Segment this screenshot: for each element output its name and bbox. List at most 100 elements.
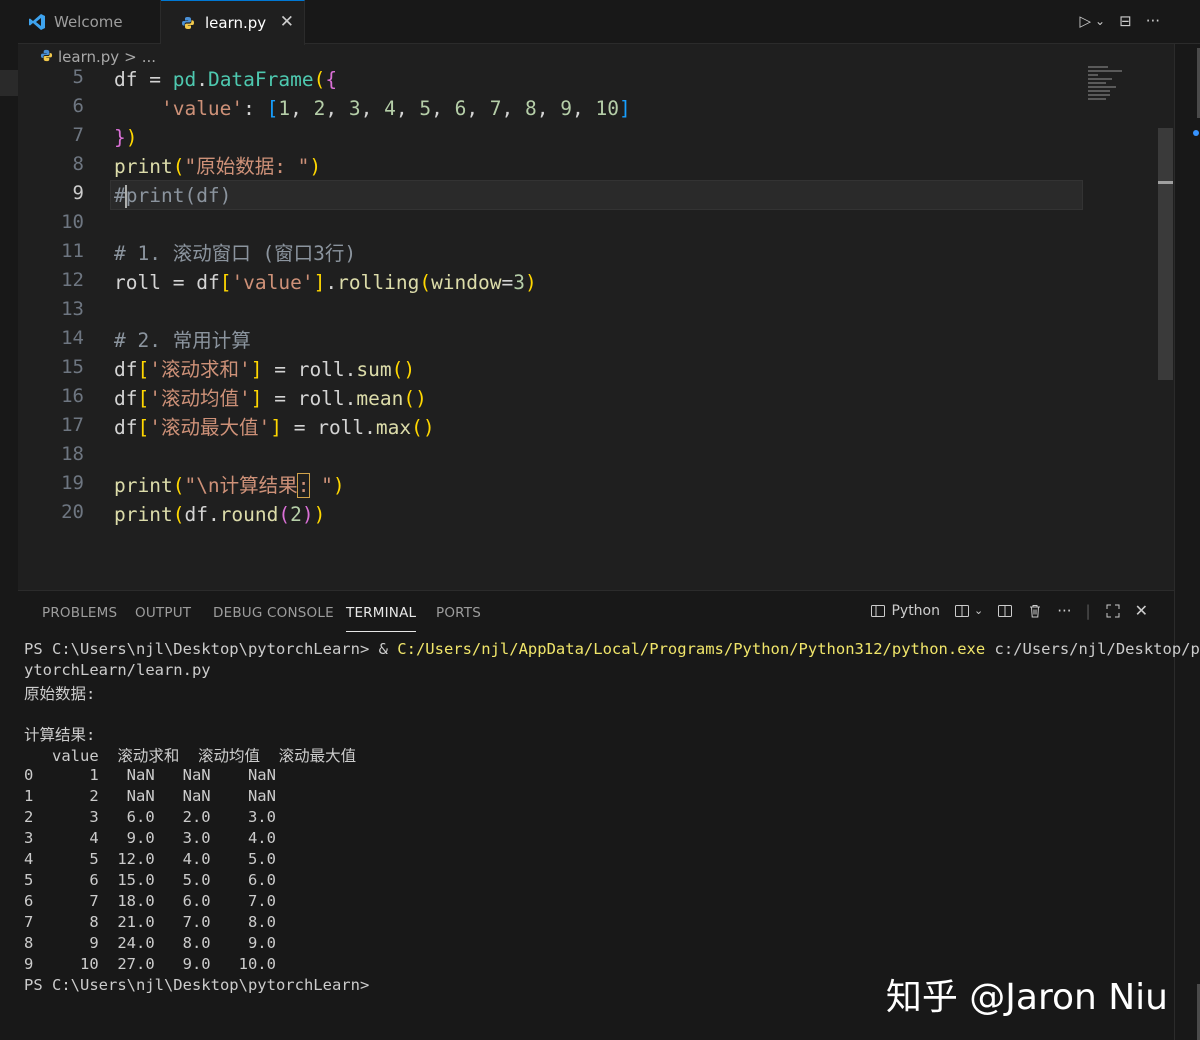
code-token: ) — [422, 416, 435, 439]
code-token: ) — [301, 503, 314, 526]
code-token: [ — [137, 358, 150, 381]
chevron-down-icon[interactable]: ⌄ — [1095, 14, 1105, 28]
line-number: 11 — [61, 240, 84, 262]
code-token: ) — [415, 387, 427, 410]
code-token: } — [114, 126, 126, 149]
tab-terminal[interactable]: TERMINAL — [346, 605, 417, 632]
code-token: "原始数据: " — [184, 155, 310, 178]
line-number: 20 — [61, 501, 84, 523]
code-token: # 1. 滚动窗口 (窗口3行) — [114, 242, 357, 265]
code-token: ] — [250, 387, 263, 410]
line-number: 18 — [61, 443, 84, 465]
code-token: . — [207, 503, 220, 526]
code-token: 8 — [525, 97, 537, 120]
editor-actions: ▷ ⌄ ⊟ ··· — [1080, 12, 1161, 30]
minimap[interactable] — [1088, 66, 1148, 106]
code-token: = — [160, 271, 197, 294]
code-token: 'value' — [160, 97, 244, 120]
status-dot-icon — [1193, 130, 1199, 136]
code-line-15: df['滚动求和'] = roll.sum() — [114, 355, 415, 384]
code-token: ) — [332, 474, 345, 497]
terminal-prompt-final: PS C:\Users\njl\Desktop\pytorchLearn> — [24, 976, 370, 994]
tab-debug-console[interactable]: DEBUG CONSOLE — [213, 605, 334, 621]
terminal-selector[interactable]: Python — [870, 603, 940, 619]
code-line-9: #print(df) — [114, 181, 231, 210]
code-token: 2 — [313, 97, 326, 120]
more-actions-icon[interactable]: ··· — [1057, 602, 1071, 620]
terminal-table-row: 1 2 NaN NaN NaN — [24, 787, 276, 805]
code-token: 5 — [419, 97, 432, 120]
split-editor-icon[interactable]: ⊟ — [1119, 12, 1132, 30]
breadcrumb-file[interactable]: learn.py — [58, 48, 119, 66]
layout-icon[interactable] — [997, 603, 1013, 619]
shell-label: Python — [891, 602, 940, 619]
run-icon[interactable]: ▷ — [1080, 12, 1092, 30]
scrollbar-cursor-marker — [1158, 181, 1173, 184]
tab-welcome[interactable]: Welcome — [18, 0, 161, 44]
code-token: ) — [313, 503, 326, 526]
code-token: , — [466, 97, 490, 120]
trash-icon[interactable] — [1027, 603, 1043, 619]
code-token: = — [262, 387, 298, 410]
code-token: = — [137, 68, 173, 91]
editor-scrollbar[interactable] — [1158, 128, 1173, 380]
tab-output[interactable]: OUTPUT — [135, 605, 191, 621]
tab-learn-py[interactable]: learn.py ✕ — [161, 0, 305, 45]
code-token: sum — [356, 358, 392, 381]
breadcrumb-symbols[interactable]: ... — [142, 48, 156, 66]
code-token: ] — [250, 358, 263, 381]
code-token: df — [114, 416, 138, 439]
secondary-sidebar-edge — [1174, 44, 1200, 1040]
code-token: window — [431, 271, 502, 294]
terminal-command-line: PS C:\Users\njl\Desktop\pytorchLearn> & … — [24, 640, 1200, 658]
tab-problems[interactable]: PROBLEMS — [42, 605, 117, 621]
terminal-line: 计算结果: — [24, 726, 96, 744]
code-token: , — [360, 97, 385, 120]
code-line-6: 'value': [1, 2, 3, 4, 5, 6, 7, 8, 9, 10] — [114, 94, 631, 123]
code-token: roll — [297, 387, 345, 410]
code-token: mean — [356, 387, 404, 410]
split-terminal-button[interactable]: ⌄ — [954, 603, 983, 619]
code-line-17: df['滚动最大值'] = roll.max() — [114, 413, 435, 442]
code-editor[interactable]: 5 6 7 8 9 10 11 12 13 14 15 16 17 18 19 … — [18, 66, 1158, 588]
watermark: 知乎 @Jaron Niu — [885, 977, 1168, 1018]
code-token: ) — [309, 155, 322, 178]
code-token: 'value' — [231, 271, 314, 294]
terminal-table-row: 5 6 15.0 5.0 6.0 — [24, 871, 276, 889]
code-token: 3 — [513, 271, 526, 294]
code-token: . — [344, 387, 357, 410]
code-token: , — [290, 97, 314, 120]
code-token: 3 — [348, 97, 361, 120]
editor-tab-bar: Welcome learn.py ✕ ▷ ⌄ ⊟ ··· — [18, 0, 1200, 45]
more-actions-icon[interactable]: ··· — [1146, 12, 1160, 30]
code-token: " — [309, 474, 333, 497]
maximize-icon[interactable] — [1105, 603, 1121, 619]
code-token: ( — [391, 358, 404, 381]
terminal-table-row: 9 10 27.0 9.0 10.0 — [24, 955, 276, 973]
line-number: 5 — [72, 66, 84, 88]
code-token: [ — [137, 416, 150, 439]
code-line-7: }) — [114, 123, 138, 152]
line-number: 13 — [61, 298, 84, 320]
line-number: 16 — [61, 385, 84, 407]
tab-ports[interactable]: PORTS — [436, 605, 481, 621]
terminal-table-row: 7 8 21.0 7.0 8.0 — [24, 913, 276, 931]
close-icon[interactable]: ✕ — [280, 12, 294, 32]
chevron-down-icon[interactable]: ⌄ — [974, 604, 983, 617]
line-number: 17 — [61, 414, 84, 436]
terminal-table-row: 6 7 18.0 6.0 7.0 — [24, 892, 276, 910]
close-icon[interactable]: ✕ — [1135, 601, 1148, 620]
code-token: : — [296, 473, 311, 498]
separator: | — [1085, 601, 1091, 620]
code-token: max — [375, 416, 412, 439]
line-number: 15 — [61, 356, 84, 378]
line-number: 10 — [61, 211, 84, 233]
code-token: , — [395, 97, 420, 120]
code-token: ] — [270, 416, 282, 439]
code-token: ( — [419, 271, 432, 294]
code-token: ( — [172, 474, 185, 497]
python-icon — [40, 48, 53, 66]
code-token: '滚动最大值' — [149, 416, 271, 439]
code-token: roll — [114, 271, 161, 294]
code-token: [ — [219, 271, 232, 294]
